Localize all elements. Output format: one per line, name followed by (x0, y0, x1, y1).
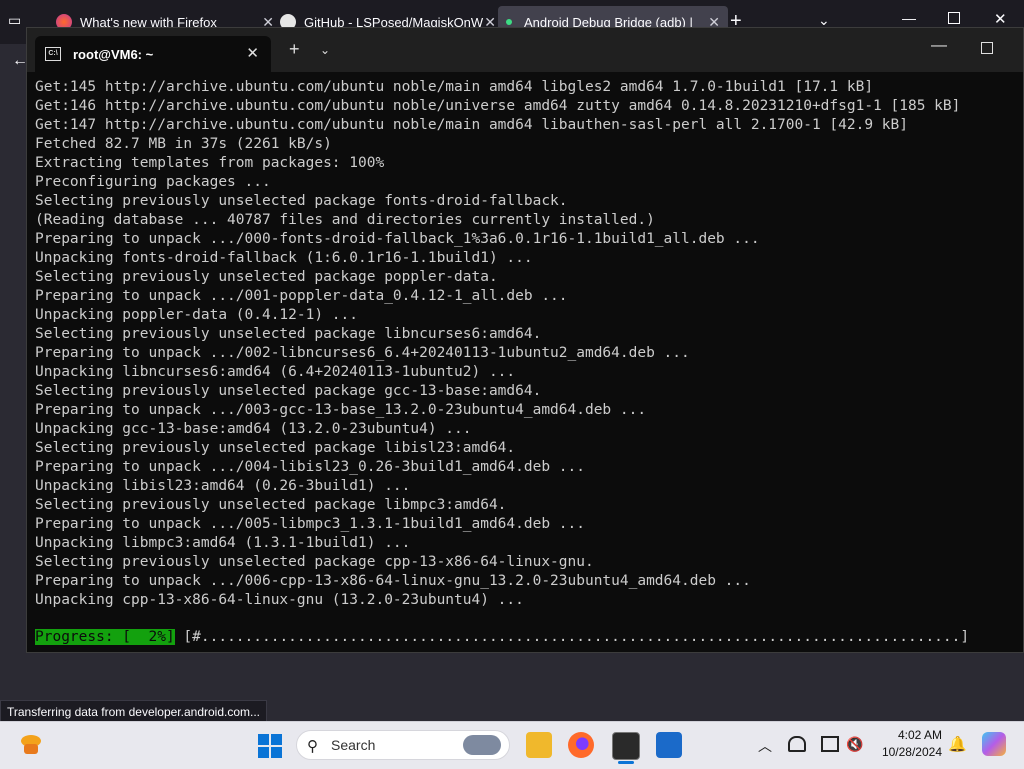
terminal-tab[interactable]: C:\ root@VM6: ~ ✕ (35, 36, 271, 72)
progress-label: Progress: [ 2%] (35, 629, 175, 645)
terminal-window: C:\ root@VM6: ~ ✕ + ⌄ — Get:145 http://a… (26, 27, 1024, 653)
file-explorer-icon[interactable] (526, 732, 552, 758)
taskbar: ⚲ Search ︿ 🔇 4:02 AM 10/28/2024 🔔 (0, 721, 1024, 769)
terminal-icon[interactable] (612, 732, 640, 760)
terminal-line: Selecting previously unselected package … (35, 497, 507, 513)
close-tab-icon[interactable]: ✕ (246, 44, 259, 62)
copilot-icon[interactable] (982, 732, 1006, 756)
terminal-line: Selecting previously unselected package … (35, 440, 516, 456)
terminal-line: Preparing to unpack .../002-libncurses6_… (35, 345, 690, 361)
bell-icon[interactable]: 🔔 (948, 735, 967, 753)
terminal-line: Unpacking cpp-13-x86-64-linux-gnu (13.2.… (35, 592, 524, 608)
search-icon: ⚲ (307, 738, 318, 755)
minimize-icon[interactable]: — (902, 10, 916, 26)
network-icon[interactable] (788, 736, 806, 752)
terminal-line: (Reading database ... 40787 files and di… (35, 212, 655, 228)
terminal-icon: C:\ (45, 47, 61, 61)
terminal-line: Preparing to unpack .../001-poppler-data… (35, 288, 568, 304)
clock-time[interactable]: 4:02 AM (880, 728, 942, 742)
terminal-line: Get:145 http://archive.ubuntu.com/ubuntu… (35, 79, 874, 95)
terminal-line: Selecting previously unselected package … (35, 269, 498, 285)
terminal-line: Unpacking poppler-data (0.4.12-1) ... (35, 307, 359, 323)
firefox-icon[interactable] (568, 732, 594, 758)
android-icon (506, 19, 512, 25)
terminal-tab-title: root@VM6: ~ (73, 46, 154, 62)
terminal-line: Selecting previously unselected package … (35, 554, 594, 570)
terminal-line: Unpacking gcc-13-base:amd64 (13.2.0-23ub… (35, 421, 472, 437)
terminal-line: Extracting templates from packages: 100% (35, 155, 385, 171)
terminal-line: Preparing to unpack .../004-libisl23_0.2… (35, 459, 585, 475)
terminal-line: Preparing to unpack .../003-gcc-13-base_… (35, 402, 647, 418)
terminal-line: Unpacking fonts-droid-fallback (1:6.0.1r… (35, 250, 533, 266)
terminal-line: Preconfiguring packages ... (35, 174, 271, 190)
new-tab-icon[interactable]: + (289, 39, 300, 60)
clock-date[interactable]: 10/28/2024 (878, 745, 942, 759)
search-highlight-image (463, 735, 501, 755)
terminal-title-bar: C:\ root@VM6: ~ ✕ + ⌄ — (27, 28, 1023, 72)
maximize-icon[interactable] (981, 42, 993, 54)
terminal-output[interactable]: Get:145 http://archive.ubuntu.com/ubuntu… (35, 78, 1015, 610)
terminal-line: Selecting previously unselected package … (35, 326, 542, 342)
apt-progress-line: Progress: [ 2%] [#......................… (35, 628, 969, 647)
close-icon[interactable]: ✕ (994, 10, 1007, 28)
terminal-line: Preparing to unpack .../006-cpp-13-x86-6… (35, 573, 751, 589)
widgets-icon[interactable] (18, 732, 44, 758)
search-box[interactable]: ⚲ Search (296, 730, 510, 760)
minimize-icon[interactable]: — (931, 37, 947, 55)
terminal-line: Unpacking libisl23:amd64 (0.26-3build1) … (35, 478, 411, 494)
terminal-line: Unpacking libncurses6:amd64 (6.4+2024011… (35, 364, 516, 380)
terminal-line: Get:146 http://archive.ubuntu.com/ubuntu… (35, 98, 961, 114)
terminal-line: Preparing to unpack .../005-libmpc3_1.3.… (35, 516, 585, 532)
restore-icon[interactable] (948, 12, 960, 24)
list-all-tabs-icon[interactable]: ▭ (8, 12, 28, 32)
terminal-line: Preparing to unpack .../000-fonts-droid-… (35, 231, 760, 247)
progress-bar-text: [#......................................… (183, 629, 970, 645)
terminal-line: Unpacking libmpc3:amd64 (1.3.1-1build1) … (35, 535, 411, 551)
display-icon[interactable] (821, 736, 839, 752)
terminal-line: Selecting previously unselected package … (35, 383, 542, 399)
search-placeholder: Search (331, 737, 376, 753)
active-app-indicator (618, 761, 634, 764)
terminal-line: Selecting previously unselected package … (35, 193, 568, 209)
chevron-down-icon[interactable]: ⌄ (320, 43, 330, 57)
start-icon[interactable] (258, 734, 282, 758)
store-icon[interactable] (656, 732, 682, 758)
terminal-line: Get:147 http://archive.ubuntu.com/ubuntu… (35, 117, 908, 133)
volume-icon[interactable]: 🔇 (846, 736, 864, 752)
terminal-line: Fetched 82.7 MB in 37s (2261 kB/s) (35, 136, 332, 152)
chevron-up-icon[interactable]: ︿ (758, 736, 772, 756)
